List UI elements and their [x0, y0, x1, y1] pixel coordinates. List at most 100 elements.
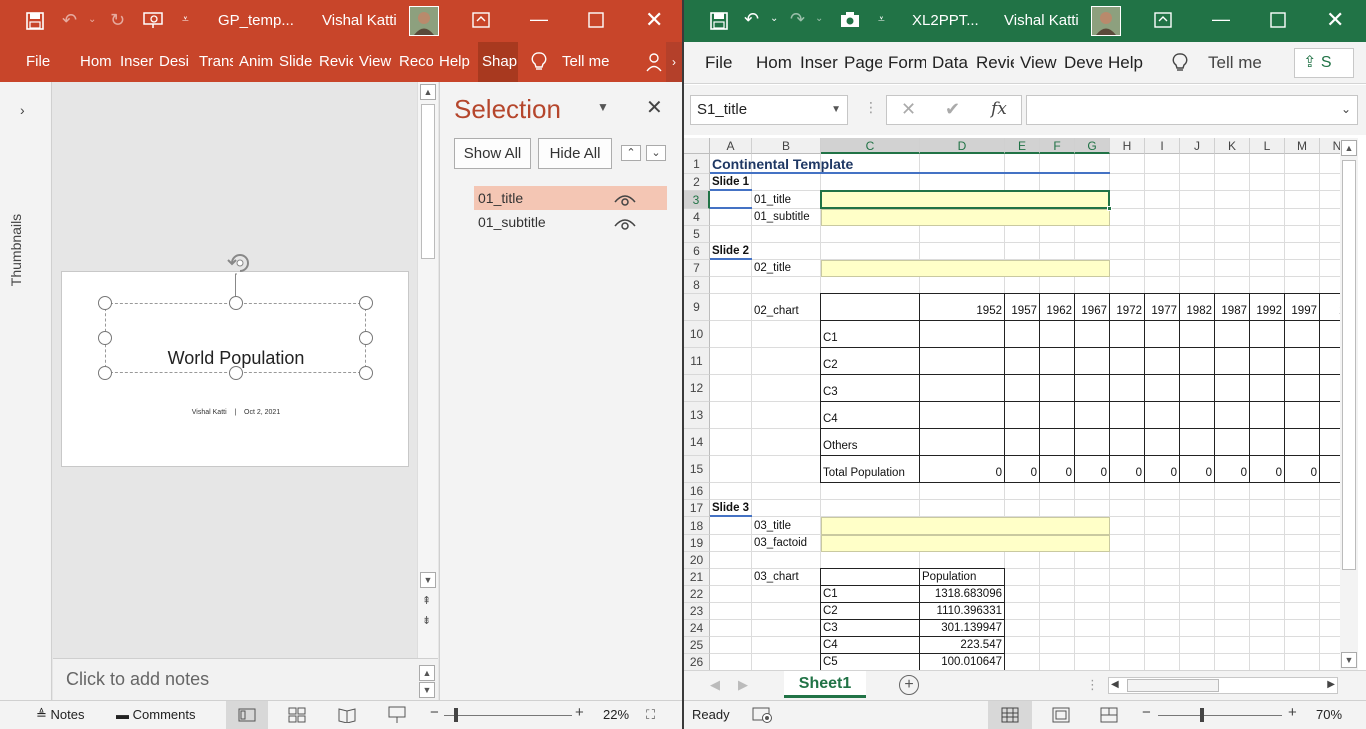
avatar[interactable]	[409, 6, 439, 36]
total-value[interactable]: 0	[1285, 456, 1320, 483]
scroll-left-icon[interactable]: ◀	[1111, 679, 1119, 690]
fit-to-window-icon[interactable]: ⛶	[646, 707, 655, 723]
cell-c13[interactable]: C4	[823, 402, 920, 429]
rotate-handle-icon[interactable]	[224, 249, 256, 285]
cancel-icon[interactable]: ✕	[901, 99, 916, 120]
zoom-in-icon[interactable]: +	[575, 704, 584, 721]
row-header[interactable]: 7	[684, 260, 710, 277]
column-header[interactable]: D	[920, 138, 1005, 154]
column-header[interactable]: K	[1215, 138, 1250, 154]
comments-button[interactable]: ▬ Comments	[116, 707, 195, 722]
row-header[interactable]: 5	[684, 226, 710, 243]
fill-handle[interactable]	[1107, 206, 1112, 211]
input-cell[interactable]	[821, 209, 1110, 226]
total-value[interactable]: 0	[1145, 456, 1180, 483]
row-header[interactable]: 24	[684, 620, 710, 637]
cell-d23[interactable]: 1110.396331	[920, 603, 1005, 620]
previous-slide-icon[interactable]: ⇞	[422, 594, 431, 607]
year-header[interactable]: 1957	[1005, 294, 1040, 321]
cell-a1[interactable]: Continental Template	[712, 154, 1112, 174]
macro-record-icon[interactable]	[752, 706, 774, 727]
row-header[interactable]: 19	[684, 535, 710, 552]
tab-help[interactable]: Help	[439, 42, 473, 82]
tab-design[interactable]: Desi	[159, 42, 193, 82]
year-header[interactable]: 1997	[1285, 294, 1320, 321]
maximize-icon[interactable]	[1270, 12, 1286, 31]
input-cell[interactable]	[821, 535, 1110, 552]
tab-view[interactable]: View	[359, 42, 393, 82]
cell-c14[interactable]: Others	[823, 429, 920, 456]
tab-shape-format[interactable]: Shap	[478, 42, 518, 82]
cell-b18[interactable]: 03_title	[754, 517, 821, 535]
cell-d25[interactable]: 223.547	[920, 637, 1005, 654]
cell-d22[interactable]: 1318.683096	[920, 586, 1005, 603]
cell-c15[interactable]: Total Population	[823, 456, 920, 483]
select-all-corner[interactable]	[684, 138, 710, 154]
cell-c10[interactable]: C1	[823, 321, 920, 348]
close-icon[interactable]: ✕	[1326, 7, 1344, 33]
notes-scroll-down-icon[interactable]: ▼	[419, 682, 435, 698]
slide-subtitle[interactable]: Vishal Katti | Oct 2, 2021	[62, 409, 410, 416]
tab-file[interactable]: File	[705, 42, 732, 84]
selection-item-01-title[interactable]: 01_title	[474, 186, 667, 210]
total-value[interactable]: 0	[1040, 456, 1075, 483]
row-header[interactable]: 15	[684, 456, 710, 483]
total-value[interactable]: 0	[1180, 456, 1215, 483]
year-header[interactable]: 1972	[1110, 294, 1145, 321]
row-header[interactable]: 12	[684, 375, 710, 402]
row-header[interactable]: 6	[684, 243, 710, 260]
slide-scrollbar[interactable]: ▲ ▼ ⇞ ⇟	[417, 82, 438, 658]
cell-b21[interactable]: 03_chart	[754, 569, 821, 586]
insert-function-icon[interactable]: fx	[991, 99, 1007, 119]
expand-thumbnails-icon[interactable]: ›	[20, 102, 25, 118]
total-value[interactable]: 0	[1215, 456, 1250, 483]
total-value[interactable]: 0	[1250, 456, 1285, 483]
tab-insert[interactable]: Inser	[800, 42, 838, 84]
chevron-down-icon[interactable]: ⌄	[88, 14, 96, 25]
tab-file[interactable]: File	[26, 42, 50, 82]
next-slide-icon[interactable]: ⇟	[422, 614, 431, 627]
enter-icon[interactable]: ✔	[945, 99, 960, 120]
column-header[interactable]: C	[821, 138, 920, 154]
name-box[interactable]: S1_title ▼	[690, 95, 848, 125]
cell-d24[interactable]: 301.139947	[920, 620, 1005, 637]
cell-b4[interactable]: 01_subtitle	[754, 209, 821, 226]
column-header[interactable]: J	[1180, 138, 1215, 154]
column-header[interactable]: H	[1110, 138, 1145, 154]
tab-help[interactable]: Help	[1108, 42, 1146, 84]
row-header[interactable]: 8	[684, 277, 710, 294]
scroll-thumb[interactable]	[1342, 160, 1356, 570]
tab-data[interactable]: Data	[932, 42, 970, 84]
share-person-icon[interactable]	[646, 52, 664, 75]
reading-view-icon[interactable]	[338, 707, 356, 726]
tab-formulas[interactable]: Form	[888, 42, 926, 84]
horizontal-scrollbar[interactable]: ◀ ▶	[1108, 677, 1338, 694]
zoom-out-icon[interactable]: −	[430, 704, 439, 721]
row-header[interactable]: 18	[684, 517, 710, 535]
resize-handle-s[interactable]	[229, 366, 243, 380]
year-header[interactable]: 1992	[1250, 294, 1285, 321]
xl-user-name[interactable]: Vishal Katti	[1004, 0, 1079, 42]
formula-input[interactable]: ⌄	[1026, 95, 1358, 125]
normal-view-button[interactable]	[988, 701, 1032, 729]
chevron-down-icon[interactable]: ⌄	[815, 13, 823, 24]
cell-c11[interactable]: C2	[823, 348, 920, 375]
scroll-thumb[interactable]	[421, 104, 435, 259]
tab-animations[interactable]: Anim	[239, 42, 273, 82]
close-pane-icon[interactable]: ✕	[646, 95, 663, 120]
save-icon[interactable]	[710, 12, 728, 33]
row-header[interactable]: 16	[684, 483, 710, 500]
hide-all-button[interactable]: Hide All	[538, 138, 612, 169]
eye-icon[interactable]	[614, 214, 636, 238]
add-sheet-icon[interactable]: +	[899, 675, 919, 695]
row-header[interactable]: 9	[684, 294, 710, 321]
resize-handle-sw[interactable]	[98, 366, 112, 380]
xl-vertical-scrollbar[interactable]: ▲ ▼	[1340, 138, 1358, 670]
send-backward-icon[interactable]: ⌄	[646, 145, 666, 161]
total-value[interactable]: 0	[920, 456, 1005, 483]
row-header[interactable]: 13	[684, 402, 710, 429]
row-header[interactable]: 21	[684, 569, 710, 586]
slideshow-icon[interactable]	[388, 706, 406, 727]
column-header[interactable]: L	[1250, 138, 1285, 154]
row-header[interactable]: 2	[684, 174, 710, 191]
